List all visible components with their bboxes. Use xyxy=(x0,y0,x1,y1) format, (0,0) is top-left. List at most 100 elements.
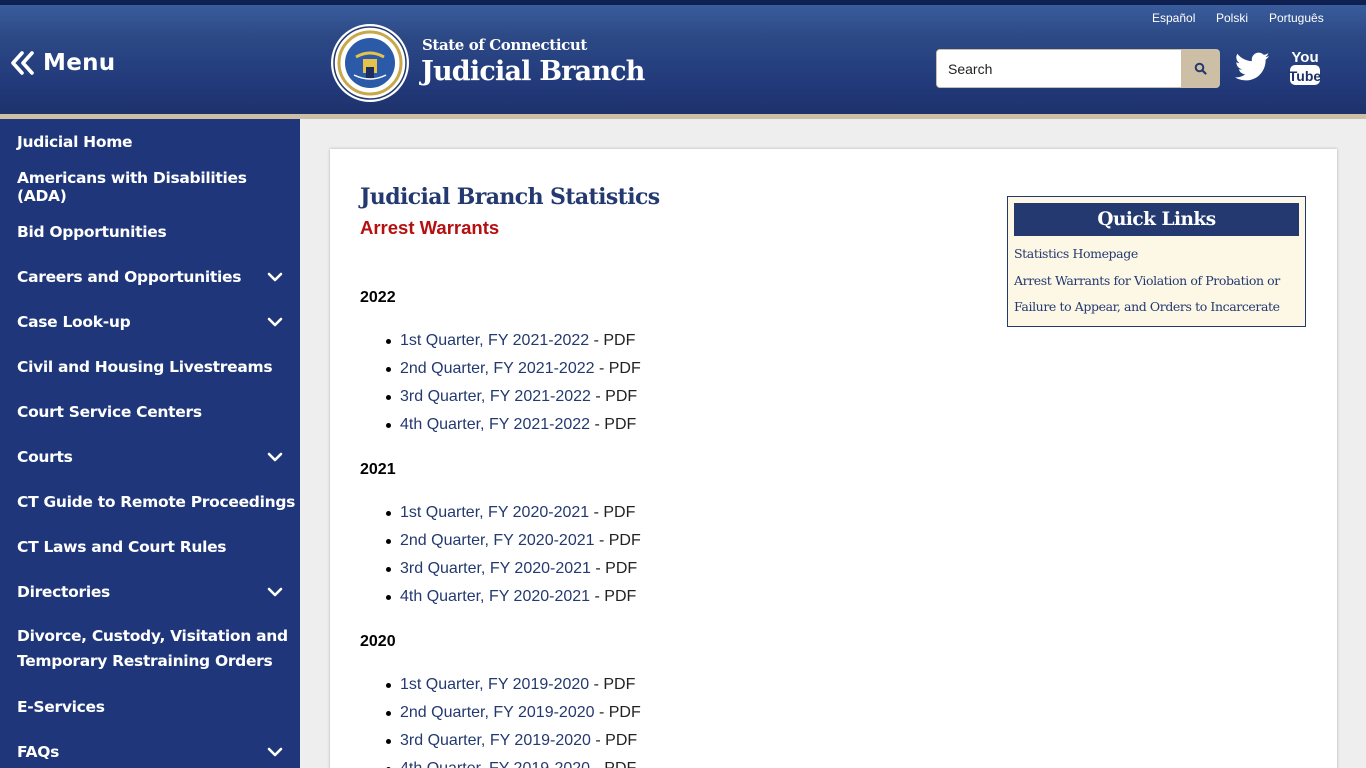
chevron-down-icon[interactable] xyxy=(267,747,283,757)
report-link[interactable]: 4th Quarter, FY 2020-2021 xyxy=(400,588,590,605)
list-item: 3rd Quarter, FY 2020-2021 - PDF xyxy=(386,555,641,583)
sidebar-item-label: Bid Opportunities xyxy=(17,222,167,241)
quarter-list-2022: 1st Quarter, FY 2021-2022 - PDF 2nd Quar… xyxy=(386,327,641,439)
lang-polski[interactable]: Polski xyxy=(1216,11,1248,25)
search-icon xyxy=(1194,62,1207,75)
sidebar-item-label: Careers and Opportunities xyxy=(17,267,242,286)
file-type: - PDF xyxy=(590,416,637,433)
list-item: 4th Quarter, FY 2020-2021 - PDF xyxy=(386,583,641,611)
report-link[interactable]: 3rd Quarter, FY 2019-2020 xyxy=(400,732,591,749)
sidebar-item-label: E-Services xyxy=(17,697,105,716)
sidebar-item-directories[interactable]: Directories xyxy=(0,569,300,614)
brand-subtitle: State of Connecticut xyxy=(422,36,587,54)
sidebar-item-bid-opportunities[interactable]: Bid Opportunities xyxy=(0,209,300,254)
quick-links-title: Quick Links xyxy=(1014,203,1299,236)
report-link[interactable]: 1st Quarter, FY 2020-2021 xyxy=(400,504,589,521)
page-subtitle: Arrest Warrants xyxy=(360,217,500,238)
sidebar-item-court-service-centers[interactable]: Court Service Centers xyxy=(0,389,300,434)
content-card: Judicial Branch Statistics Arrest Warran… xyxy=(330,149,1337,768)
file-type: - PDF xyxy=(589,676,636,693)
list-item: 4th Quarter, FY 2019-2020 - PDF xyxy=(386,755,641,768)
sidebar-item-label: CT Laws and Court Rules xyxy=(17,537,227,556)
sidebar-item-label: CT Guide to Remote Proceedings xyxy=(17,492,296,511)
sidebar-item-e-services[interactable]: E-Services xyxy=(0,684,300,729)
double-chevron-left-icon xyxy=(11,51,34,75)
sidebar-item-livestreams[interactable]: Civil and Housing Livestreams xyxy=(0,344,300,389)
lang-portugues[interactable]: Português xyxy=(1269,11,1324,25)
sidebar-item-case-lookup[interactable]: Case Look-up xyxy=(0,299,300,344)
quick-links-box: Quick Links Statistics Homepage Arrest W… xyxy=(1007,196,1306,327)
sidebar-item-label: Judicial Home xyxy=(17,132,133,151)
chevron-down-icon[interactable] xyxy=(267,452,283,462)
sidebar-item-label: Civil and Housing Livestreams xyxy=(17,357,273,376)
report-link[interactable]: 2nd Quarter, FY 2019-2020 xyxy=(400,704,595,721)
file-type: - PDF xyxy=(590,760,637,768)
file-type: - PDF xyxy=(594,532,641,549)
report-link[interactable]: 1st Quarter, FY 2019-2020 xyxy=(400,676,589,693)
sidebar-item-courts[interactable]: Courts xyxy=(0,434,300,479)
report-link[interactable]: 4th Quarter, FY 2021-2022 xyxy=(400,416,590,433)
sidebar-item-laws-court-rules[interactable]: CT Laws and Court Rules xyxy=(0,524,300,569)
year-heading-2021: 2021 xyxy=(360,461,396,478)
sidebar-item-label: Directories xyxy=(17,582,110,601)
report-link[interactable]: 2nd Quarter, FY 2021-2022 xyxy=(400,360,595,377)
list-item: 3rd Quarter, FY 2019-2020 - PDF xyxy=(386,727,641,755)
file-type: - PDF xyxy=(594,360,641,377)
sidebar-item-label: Case Look-up xyxy=(17,312,131,331)
list-item: 1st Quarter, FY 2019-2020 - PDF xyxy=(386,671,641,699)
year-heading-2020: 2020 xyxy=(360,633,396,650)
quick-link-arrest-warrants-vop[interactable]: Arrest Warrants for Violation of Probati… xyxy=(1014,273,1280,288)
sidebar-item-careers[interactable]: Careers and Opportunities xyxy=(0,254,300,299)
sidebar-nav: Judicial Home Americans with Disabilitie… xyxy=(0,119,300,768)
report-link[interactable]: 1st Quarter, FY 2021-2022 xyxy=(400,332,589,349)
file-type: - PDF xyxy=(589,332,636,349)
chevron-down-icon[interactable] xyxy=(267,587,283,597)
quarter-list-2020: 1st Quarter, FY 2019-2020 - PDF 2nd Quar… xyxy=(386,671,641,768)
file-type: - PDF xyxy=(590,388,638,405)
twitter-icon[interactable] xyxy=(1235,52,1270,82)
menu-label: Menu xyxy=(43,50,116,76)
sidebar-item-faqs[interactable]: FAQs xyxy=(0,729,300,768)
chevron-down-icon[interactable] xyxy=(267,317,283,327)
quarter-list-2021: 1st Quarter, FY 2020-2021 - PDF 2nd Quar… xyxy=(386,499,641,611)
sidebar-item-remote-proceedings[interactable]: CT Guide to Remote Proceedings xyxy=(0,479,300,524)
brand-title[interactable]: Judicial Branch xyxy=(421,56,645,87)
search-input[interactable] xyxy=(937,50,1182,87)
year-heading-2022: 2022 xyxy=(360,289,396,306)
svg-text:You: You xyxy=(1291,49,1318,66)
youtube-icon[interactable]: You Tube xyxy=(1288,47,1322,87)
sidebar-item-label: Divorce, Custody, Visitation and Temporar… xyxy=(17,624,288,674)
search-box xyxy=(936,49,1220,88)
svg-text:Tube: Tube xyxy=(1289,68,1322,84)
list-item: 3rd Quarter, FY 2021-2022 - PDF xyxy=(386,383,641,411)
sidebar-item-label: Courts xyxy=(17,447,73,466)
report-link[interactable]: 3rd Quarter, FY 2020-2021 xyxy=(400,560,591,577)
list-item: 2nd Quarter, FY 2019-2020 - PDF xyxy=(386,699,641,727)
list-item: 1st Quarter, FY 2020-2021 - PDF xyxy=(386,499,641,527)
sidebar-item-judicial-home[interactable]: Judicial Home xyxy=(0,119,300,164)
report-link[interactable]: 3rd Quarter, FY 2021-2022 xyxy=(400,388,591,405)
sidebar-item-divorce-custody[interactable]: Divorce, Custody, Visitation and Temporar… xyxy=(0,614,300,684)
list-item: 4th Quarter, FY 2021-2022 - PDF xyxy=(386,411,641,439)
judicial-seal-logo[interactable] xyxy=(330,23,410,103)
list-item: 2nd Quarter, FY 2021-2022 - PDF xyxy=(386,355,641,383)
sidebar-item-label: Court Service Centers xyxy=(17,402,202,421)
file-type: - PDF xyxy=(590,732,638,749)
file-type: - PDF xyxy=(589,504,636,521)
list-item: 2nd Quarter, FY 2020-2021 - PDF xyxy=(386,527,641,555)
quick-link-statistics-homepage[interactable]: Statistics Homepage xyxy=(1014,246,1138,261)
sidebar-item-label-line2: Temporary Restraining Orders xyxy=(17,652,273,670)
file-type: - PDF xyxy=(590,588,637,605)
sidebar-item-label: Americans with Disabilities (ADA) xyxy=(17,168,247,205)
lang-espanol[interactable]: Español xyxy=(1152,11,1195,25)
list-item: 1st Quarter, FY 2021-2022 - PDF xyxy=(386,327,641,355)
report-link[interactable]: 4th Quarter, FY 2019-2020 xyxy=(400,760,590,768)
search-button[interactable] xyxy=(1181,50,1219,87)
page-title: Judicial Branch Statistics xyxy=(360,184,660,210)
menu-button[interactable]: Menu xyxy=(10,47,115,79)
file-type: - PDF xyxy=(590,560,638,577)
chevron-down-icon[interactable] xyxy=(267,272,283,282)
report-link[interactable]: 2nd Quarter, FY 2020-2021 xyxy=(400,532,595,549)
sidebar-item-ada[interactable]: Americans with Disabilities (ADA) xyxy=(0,164,300,209)
quick-link-arrest-warrants-vop-cont[interactable]: Failure to Appear, and Orders to Incarce… xyxy=(1014,299,1280,314)
